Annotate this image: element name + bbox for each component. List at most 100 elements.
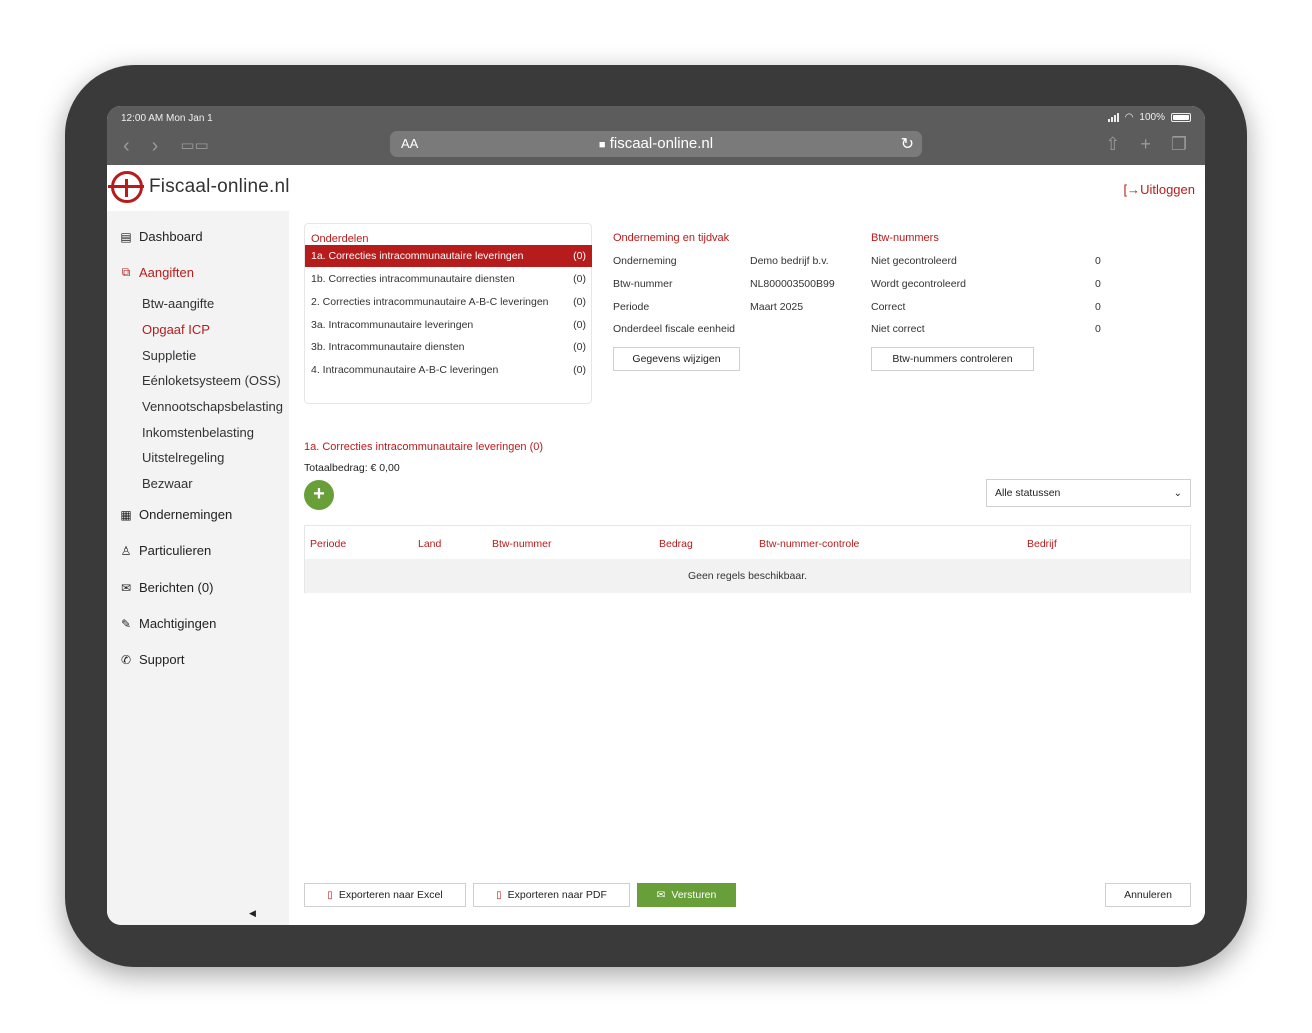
export-pdf-button[interactable]: ▯ Exporteren naar PDF: [473, 883, 630, 907]
send-label: Versturen: [671, 889, 717, 901]
forward-icon[interactable]: ›: [152, 136, 159, 156]
onderdelen-title: Onderdelen: [311, 233, 369, 245]
onderdeel-count: (0): [573, 364, 586, 376]
sidebar-item-dashboard[interactable]: ▤ Dashboard: [119, 229, 202, 244]
onderdeel-label: 4. Intracommunautaire A-B-C leveringen: [311, 364, 499, 376]
niet-correct-label: Niet correct: [871, 323, 925, 335]
sidebar-item-aangiften[interactable]: ⧉ Aangiften: [119, 265, 194, 280]
sidebar-subitem-vennootschapsbelasting[interactable]: Vennootschapsbelasting: [142, 399, 283, 414]
onderdeel-row[interactable]: 2. Correcties intracommunautaire A-B-C l…: [305, 291, 592, 313]
logout-link[interactable]: [→Uitloggen: [1123, 182, 1195, 197]
onderneming-title: Onderneming en tijdvak: [613, 232, 730, 244]
onderdeel-row[interactable]: 1b. Correcties intracommunautaire dienst…: [305, 268, 592, 290]
niet-gecontroleerd-value: 0: [1095, 255, 1101, 267]
onderdeel-row[interactable]: 4. Intracommunautaire A-B-C leveringen (0…: [305, 359, 592, 381]
onderdeel-count: (0): [573, 296, 586, 308]
address-bar[interactable]: AA ■ fiscaal-online.nl ↻: [390, 131, 922, 157]
onderdeel-label: 2. Correcties intracommunautaire A-B-C l…: [311, 296, 549, 308]
onderneming-value: Demo bedrijf b.v.: [750, 255, 829, 267]
list-title: 1a. Correcties intracommunautaire leveri…: [304, 441, 544, 453]
correct-value: 0: [1095, 301, 1101, 313]
collapse-sidebar-icon[interactable]: ◀: [249, 908, 256, 919]
onderdeel-row[interactable]: 1a. Correcties intracommunautaire leveri…: [305, 245, 592, 267]
url-text: ■ fiscaal-online.nl: [390, 135, 922, 152]
add-row-button[interactable]: +: [304, 480, 334, 510]
onderdeel-row[interactable]: 3b. Intracommunautaire diensten (0): [305, 336, 592, 358]
sidebar-subitem-opgaaf-icp[interactable]: Opgaaf ICP: [142, 322, 210, 337]
rules-table: Periode Land Btw-nummer Bedrag Btw-numme…: [304, 525, 1191, 593]
column-header[interactable]: Bedrijf: [1027, 538, 1057, 550]
btw-nummer-value: NL800003500B99: [750, 278, 835, 290]
onderdeel-row[interactable]: 3a. Intracommunautaire leveringen (0): [305, 314, 592, 336]
column-header[interactable]: Btw-nummer-controle: [759, 538, 859, 550]
empty-state-row: Geen regels beschikbaar.: [305, 559, 1190, 593]
column-header[interactable]: Periode: [310, 538, 346, 550]
column-header[interactable]: Land: [418, 538, 441, 550]
wordt-gecontroleerd-label: Wordt gecontroleerd: [871, 278, 966, 290]
gegevens-wijzigen-button[interactable]: Gegevens wijzigen: [613, 347, 740, 371]
column-header[interactable]: Bedrag: [659, 538, 693, 550]
btw-nummer-label: Btw-nummer: [613, 278, 673, 290]
export-excel-label: Exporteren naar Excel: [338, 889, 443, 901]
browser-actions: ⇧ + ❐: [1105, 134, 1187, 155]
periode-label: Periode: [613, 301, 650, 313]
sidebar: ▤ Dashboard ⧉ Aangiften Btw-aangifte Opgaa…: [107, 211, 289, 925]
total-amount: Totaalbedrag: € 0,00: [304, 462, 400, 474]
status-filter-select[interactable]: Alle statussen ⌄: [986, 479, 1191, 507]
column-header[interactable]: Btw-nummer: [492, 538, 552, 550]
new-tab-icon[interactable]: +: [1140, 134, 1151, 155]
status-time: 12:00 AM Mon Jan 1: [121, 113, 213, 124]
sidebar-item-support[interactable]: ✆ Support: [119, 652, 185, 667]
sidebar-item-particulieren[interactable]: ♙ Particulieren: [119, 543, 212, 558]
lock-icon: ■: [598, 139, 606, 151]
browser-chrome: 12:00 AM Mon Jan 1 ◠ 100% ‹ › ▭▭ AA ■ fi…: [107, 106, 1205, 165]
export-pdf-label: Exporteren naar PDF: [507, 889, 607, 901]
sidebar-subitem-suppletie[interactable]: Suppletie: [142, 348, 196, 363]
sidebar-subitem-oss[interactable]: Eénloketsysteem (OSS): [142, 373, 281, 388]
building-icon: ▦: [120, 507, 132, 522]
sidebar-label: Support: [139, 652, 185, 667]
periode-value: Maart 2025: [750, 301, 804, 313]
tablet-frame: 12:00 AM Mon Jan 1 ◠ 100% ‹ › ▭▭ AA ■ fi…: [65, 65, 1247, 967]
onderdeel-count: (0): [573, 341, 586, 353]
phone-icon: ✆: [120, 652, 132, 667]
cancel-button[interactable]: Annuleren: [1105, 883, 1191, 907]
excel-file-icon: ▯: [327, 889, 333, 901]
logo[interactable]: Fiscaal-online.nl: [108, 171, 290, 203]
reload-icon[interactable]: ↻: [901, 134, 914, 154]
pdf-file-icon: ▯: [496, 889, 502, 901]
signature-icon: ✎: [120, 616, 132, 631]
onderneming-label: Onderneming: [613, 255, 677, 267]
btw-nummers-controleren-button[interactable]: Btw-nummers controleren: [871, 347, 1034, 371]
tabs-icon[interactable]: ❐: [1171, 134, 1187, 155]
niet-correct-value: 0: [1095, 323, 1101, 335]
onderdeel-label: 3a. Intracommunautaire leveringen: [311, 319, 474, 331]
btw-nummers-title: Btw-nummers: [871, 232, 939, 244]
bookmarks-icon[interactable]: ▭▭: [180, 136, 208, 156]
tablet-screen: 12:00 AM Mon Jan 1 ◠ 100% ‹ › ▭▭ AA ■ fi…: [107, 106, 1205, 925]
sidebar-item-ondernemingen[interactable]: ▦ Ondernemingen: [119, 507, 232, 522]
onderdeel-count: (0): [573, 319, 586, 331]
back-icon[interactable]: ‹: [123, 136, 130, 156]
send-button[interactable]: ✉ Versturen: [637, 883, 736, 907]
logo-icon: [108, 171, 144, 203]
app-header: Fiscaal-online.nl [→Uitloggen: [107, 165, 1205, 211]
sidebar-subitem-inkomstenbelasting[interactable]: Inkomstenbelasting: [142, 425, 254, 440]
battery-icon: [1171, 113, 1191, 122]
sidebar-item-machtigingen[interactable]: ✎ Machtigingen: [119, 616, 216, 631]
sidebar-subitem-btw-aangifte[interactable]: Btw-aangifte: [142, 296, 214, 311]
sidebar-subitem-uitstelregeling[interactable]: Uitstelregeling: [142, 450, 224, 465]
main-content: Onderdelen 1a. Correcties intracommunaut…: [289, 211, 1205, 925]
browser-nav: ‹ › ▭▭: [123, 136, 209, 156]
person-icon: ♙: [120, 543, 132, 558]
correct-label: Correct: [871, 301, 906, 313]
share-icon[interactable]: ⇧: [1105, 134, 1120, 155]
sidebar-label: Ondernemingen: [139, 507, 233, 522]
battery-percent: 100%: [1139, 112, 1165, 123]
brand-name: Fiscaal-online.nl: [149, 176, 290, 197]
onderdeel-label: 1b. Correcties intracommunautaire dienst…: [311, 273, 515, 285]
export-excel-button[interactable]: ▯ Exporteren naar Excel: [304, 883, 466, 907]
sidebar-item-berichten[interactable]: ✉ Berichten (0): [119, 580, 213, 595]
wordt-gecontroleerd-value: 0: [1095, 278, 1101, 290]
sidebar-subitem-bezwaar[interactable]: Bezwaar: [142, 476, 193, 491]
